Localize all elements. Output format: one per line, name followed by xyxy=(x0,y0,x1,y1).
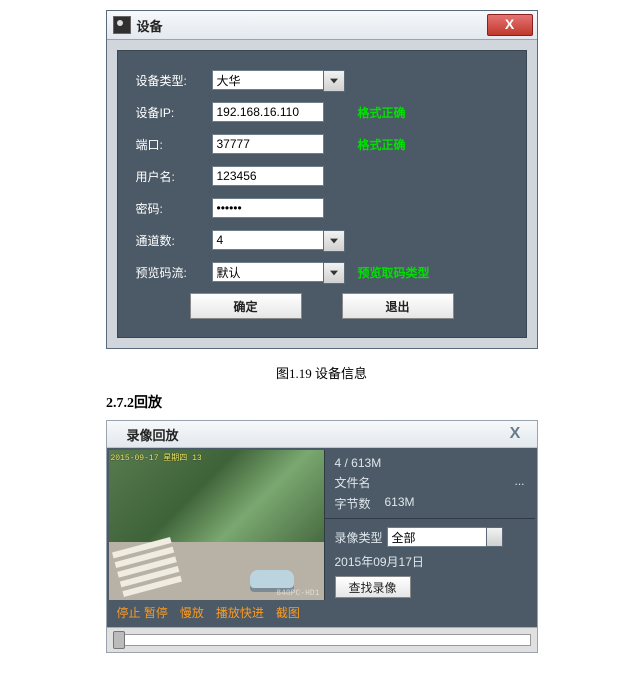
video-preview[interactable]: 2015-09-17 星期四 13 840PC-HD1 xyxy=(109,450,324,600)
port-input[interactable]: 37777 xyxy=(212,134,324,154)
port-value: 37777 xyxy=(217,137,250,151)
record-type-select[interactable]: 全部 xyxy=(387,527,487,547)
device-form: 设备类型: 大华 设备IP: 192.168.16.110 格式正确 端口: xyxy=(117,50,527,338)
label-password: 密码: xyxy=(136,200,212,217)
password-input[interactable]: •••••• xyxy=(212,198,324,218)
camera-icon xyxy=(113,16,131,34)
dropdown-arrow-icon[interactable] xyxy=(323,230,345,252)
timeline-track xyxy=(113,634,531,646)
file-value: ... xyxy=(514,474,524,491)
timeline-thumb[interactable] xyxy=(113,631,125,649)
label-device-ip: 设备IP: xyxy=(136,104,212,121)
fast-button[interactable]: 播放快进 xyxy=(216,604,264,621)
username-input[interactable]: 123456 xyxy=(212,166,324,186)
device-dialog: 设备 X 设备类型: 大华 设备IP: 192.168.16.110 格式正确 xyxy=(106,10,538,349)
device-dialog-title: 设备 xyxy=(137,16,163,35)
bytes-label: 字节数 xyxy=(335,495,385,512)
bytes-value: 613M xyxy=(385,495,415,512)
dropdown-arrow-icon[interactable] xyxy=(323,262,345,284)
preview-stream-select[interactable]: 默认 xyxy=(212,262,324,282)
stop-pause-button[interactable]: 停止 暂停 xyxy=(117,604,168,621)
exit-button[interactable]: 退出 xyxy=(342,293,454,319)
playback-body: 2015-09-17 星期四 13 840PC-HD1 4 / 613M 文件名… xyxy=(107,448,537,627)
ok-button[interactable]: 确定 xyxy=(190,293,302,319)
playback-dialog-title: 录像回放 xyxy=(127,425,179,444)
slow-button[interactable]: 慢放 xyxy=(180,604,204,621)
playback-dialog-titlebar: 录像回放 X xyxy=(107,421,537,448)
camera-icon xyxy=(113,427,127,441)
video-timestamp: 2015-09-17 星期四 13 xyxy=(111,452,202,463)
ip-valid-msg: 格式正确 xyxy=(358,104,406,121)
record-date: 2015年09月17日 xyxy=(335,553,424,570)
label-device-type: 设备类型: xyxy=(136,72,212,89)
label-channels: 通道数: xyxy=(136,232,212,249)
device-type-select[interactable]: 大华 xyxy=(212,70,324,90)
playback-dialog: 录像回放 X 2015-09-17 星期四 13 840PC-HD1 4 / 6… xyxy=(106,420,538,653)
stream-valid-msg: 预览取码类型 xyxy=(358,264,430,281)
preview-stream-value: 默认 xyxy=(217,264,241,281)
record-type-value: 全部 xyxy=(392,529,416,546)
label-username: 用户名: xyxy=(136,168,212,185)
record-type-label: 录像类型 xyxy=(335,529,387,546)
close-button[interactable]: X xyxy=(487,14,533,36)
section-heading: 2.7.2回放 xyxy=(106,392,643,412)
figure-caption: 图1.19 设备信息 xyxy=(0,363,643,382)
snapshot-button[interactable]: 截图 xyxy=(276,604,300,621)
video-watermark: 840PC-HD1 xyxy=(276,589,319,598)
progress-text: 4 / 613M xyxy=(335,456,525,470)
channels-value: 4 xyxy=(217,233,224,247)
device-ip-input[interactable]: 192.168.16.110 xyxy=(212,102,324,122)
playback-info-pane: 4 / 613M 文件名 ... 字节数 613M 录像类型 xyxy=(324,450,535,600)
username-value: 123456 xyxy=(217,169,257,183)
password-value: •••••• xyxy=(217,201,242,215)
search-record-button[interactable]: 查找录像 xyxy=(335,576,411,598)
file-label: 文件名 xyxy=(335,474,385,491)
channels-select[interactable]: 4 xyxy=(212,230,324,250)
port-valid-msg: 格式正确 xyxy=(358,136,406,153)
device-type-value: 大华 xyxy=(217,72,241,89)
label-port: 端口: xyxy=(136,136,212,153)
device-ip-value: 192.168.16.110 xyxy=(217,105,300,119)
dropdown-arrow-icon[interactable] xyxy=(323,70,345,92)
label-preview-stream: 预览码流: xyxy=(136,264,212,281)
device-dialog-titlebar: 设备 X xyxy=(107,11,537,40)
close-button[interactable]: X xyxy=(501,425,531,443)
